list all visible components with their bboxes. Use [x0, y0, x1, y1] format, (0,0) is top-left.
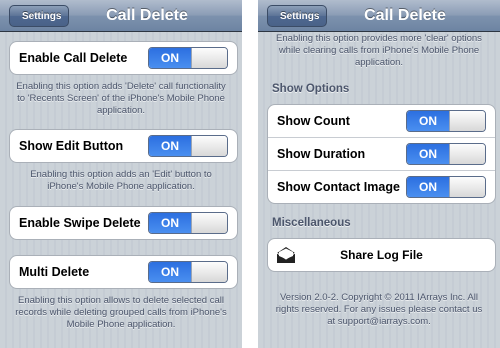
show-duration-row[interactable]: Show Duration ON [268, 138, 495, 171]
navbar: Settings Call Delete [258, 0, 500, 32]
switch-knob [449, 144, 485, 164]
show-count-label: Show Count [277, 114, 350, 128]
switch-knob [191, 213, 227, 233]
enable-swipe-delete-label: Enable Swipe Delete [19, 216, 141, 230]
navbar: Settings Call Delete [0, 0, 242, 32]
show-duration-label: Show Duration [277, 147, 366, 161]
show-options-header: Show Options [272, 83, 350, 95]
multi-delete-row[interactable]: Multi Delete ON [10, 256, 237, 288]
show-contact-image-switch[interactable]: ON [406, 176, 486, 198]
page-title: Call Delete [106, 7, 188, 24]
switch-knob [191, 136, 227, 156]
enable-call-delete-label: Enable Call Delete [19, 51, 128, 65]
left-screen: Settings Call Delete Enable Call Delete … [0, 0, 242, 348]
multi-delete-note: Enabling this option allows to delete se… [15, 295, 227, 330]
show-options-group: Show Count ON Show Duration ON Show Cont… [267, 104, 496, 204]
switch-on-label: ON [407, 144, 449, 164]
multi-delete-group: Multi Delete ON [9, 255, 238, 289]
switch-on-label: ON [407, 177, 449, 197]
enable-swipe-delete-group: Enable Swipe Delete ON [9, 206, 238, 240]
multi-delete-switch[interactable]: ON [148, 261, 228, 283]
version-footer: Version 2.0-2. Copyright © 2011 IArrays … [275, 292, 483, 327]
multi-delete-label: Multi Delete [19, 265, 90, 279]
switch-on-label: ON [149, 136, 191, 156]
show-edit-button-row[interactable]: Show Edit Button ON [10, 130, 237, 162]
show-edit-button-label: Show Edit Button [19, 139, 124, 153]
switch-on-label: ON [149, 48, 191, 68]
switch-knob [191, 48, 227, 68]
show-contact-image-label: Show Contact Image [277, 180, 400, 194]
show-duration-switch[interactable]: ON [406, 143, 486, 165]
share-log-file-row[interactable]: Share Log File [268, 239, 495, 271]
switch-on-label: ON [149, 213, 191, 233]
switch-knob [191, 262, 227, 282]
enable-swipe-delete-row[interactable]: Enable Swipe Delete ON [10, 207, 237, 239]
show-edit-button-switch[interactable]: ON [148, 135, 228, 157]
miscellaneous-header: Miscellaneous [272, 217, 351, 229]
share-log-file-label: Share Log File [340, 248, 423, 262]
enable-call-delete-row[interactable]: Enable Call Delete ON [10, 42, 237, 74]
clear-options-note: Enabling this option provides more 'clea… [276, 33, 482, 68]
enable-call-delete-switch[interactable]: ON [148, 47, 228, 69]
show-edit-button-group: Show Edit Button ON [9, 129, 238, 163]
show-count-switch[interactable]: ON [406, 110, 486, 132]
show-count-row[interactable]: Show Count ON [268, 105, 495, 138]
switch-on-label: ON [149, 262, 191, 282]
call-delete-note: Enabling this option adds 'Delete' call … [16, 81, 226, 116]
page-title: Call Delete [364, 7, 446, 24]
switch-knob [449, 177, 485, 197]
right-screen: Settings Call Delete Enabling this optio… [258, 0, 500, 348]
miscellaneous-group: Share Log File [267, 238, 496, 272]
edit-button-note: Enabling this option adds an 'Edit' butt… [30, 169, 212, 192]
enable-call-delete-group: Enable Call Delete ON [9, 41, 238, 75]
enable-swipe-delete-switch[interactable]: ON [148, 212, 228, 234]
switch-on-label: ON [407, 111, 449, 131]
switch-knob [449, 111, 485, 131]
show-contact-image-row[interactable]: Show Contact Image ON [268, 171, 495, 203]
